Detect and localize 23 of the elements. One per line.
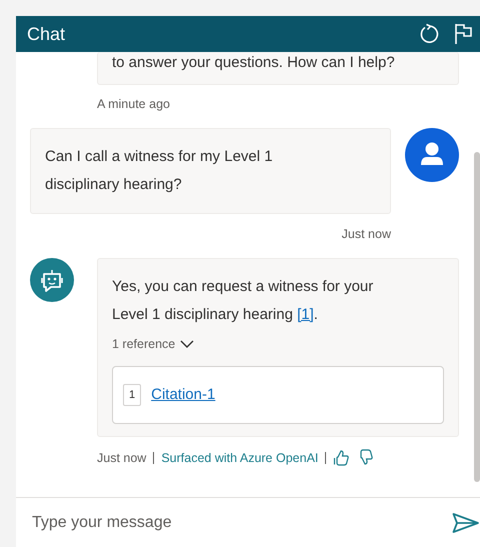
scrollbar-thumb[interactable]	[474, 152, 480, 482]
thumbs-up-icon[interactable]	[333, 449, 350, 466]
reference-card[interactable]: 1 Citation-1	[112, 366, 444, 424]
reference-number: 1	[123, 384, 142, 406]
citation-link[interactable]: [1]	[297, 306, 314, 323]
bot-avatar-icon	[30, 258, 74, 302]
flag-icon	[454, 23, 472, 45]
message-text: to answer your questions. How can I help?	[112, 54, 395, 71]
message-text: Can I call a witness for my Level 1 disciplinary hearing?	[45, 147, 274, 195]
message-text: Yes, you can request a witness for your Level 1 disciplinary hearing [1].	[112, 277, 374, 325]
window-title: Chat	[27, 24, 66, 44]
restart-button[interactable]	[418, 23, 440, 45]
send-button[interactable]	[452, 512, 480, 534]
timestamp: Just now	[97, 450, 146, 464]
reference-link[interactable]: Citation-1	[151, 381, 216, 409]
timestamp: Just now	[340, 227, 391, 241]
send-icon	[452, 512, 480, 534]
flag-button[interactable]	[454, 23, 472, 45]
references-toggle[interactable]: 1 reference	[112, 337, 194, 351]
refresh-icon	[418, 23, 440, 45]
attribution-text: Surfaced with Azure OpenAI	[161, 450, 318, 464]
timestamp: A minute ago	[97, 97, 171, 111]
user-avatar-icon	[405, 128, 459, 182]
